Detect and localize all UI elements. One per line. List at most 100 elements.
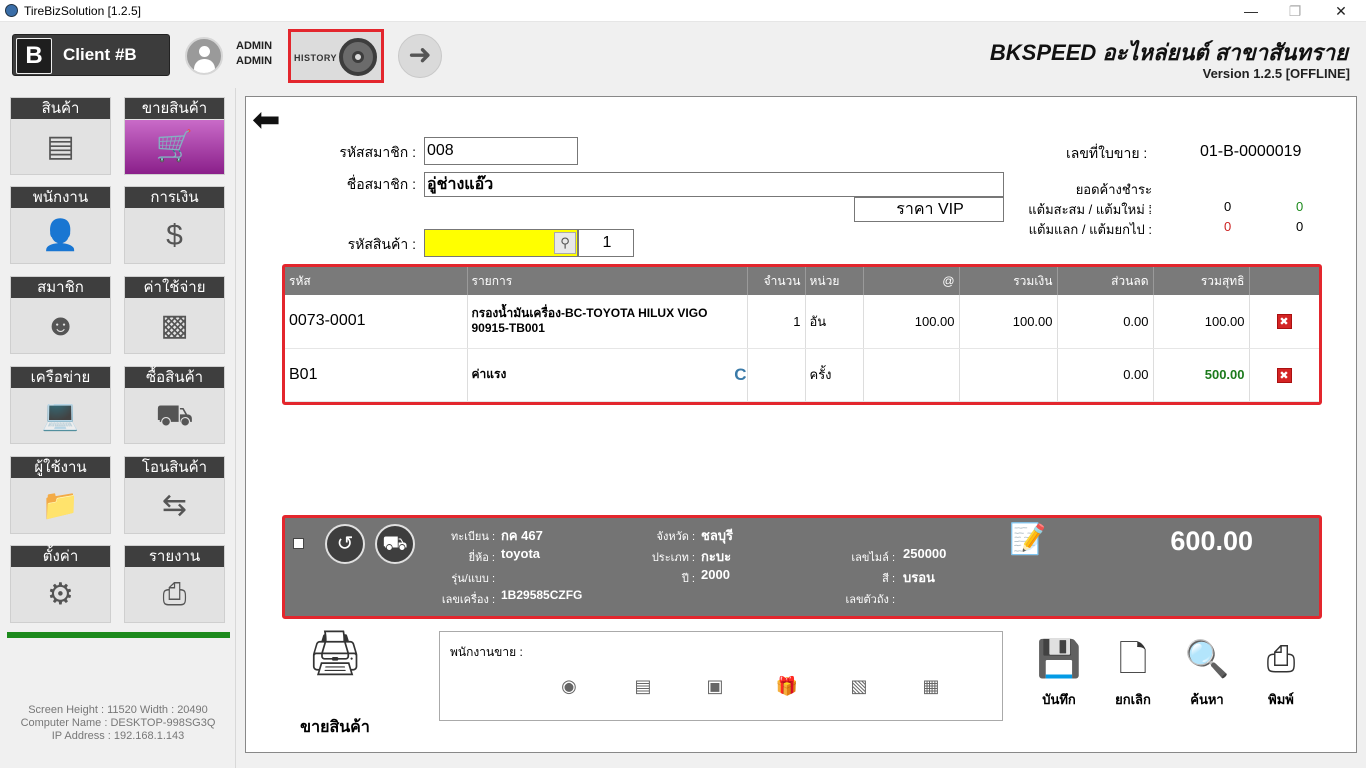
service-flag: C bbox=[734, 364, 747, 384]
minimize-button[interactable]: — bbox=[1228, 0, 1274, 22]
table-row[interactable]: B01 ค่าแรง C ครั้ง 0.00 500.00 ✖ bbox=[285, 348, 1319, 402]
user-folder-icon: 📁 bbox=[41, 489, 80, 522]
cell-desc-text: ค่าแรง bbox=[471, 367, 507, 381]
mileage-label: เลขไมล์ : bbox=[851, 552, 895, 564]
qr-code-icon[interactable]: ▦ bbox=[918, 676, 944, 698]
sidebar-item-reports[interactable]: รายงาน ⎙ bbox=[124, 545, 225, 623]
close-button[interactable]: ✕ bbox=[1318, 0, 1364, 22]
sidebar-item-purchase[interactable]: ซื้อสินค้า ⛟ bbox=[124, 366, 225, 444]
member-name-field[interactable]: อู่ช่างแอ๊ว bbox=[424, 172, 1004, 197]
user-avatar-icon[interactable] bbox=[185, 37, 223, 75]
sidebar-item-products[interactable]: สินค้า ▤ bbox=[10, 97, 111, 175]
engine-value: 1B29585CZFG bbox=[501, 588, 583, 602]
model-label: รุ่น/แบบ : bbox=[451, 573, 495, 585]
history-restore-icon[interactable]: ↺ bbox=[325, 524, 365, 564]
delete-icon[interactable]: ✖ bbox=[1276, 367, 1292, 383]
sidebar-item-expenses[interactable]: ค่าใช้จ่าย ▩ bbox=[124, 276, 225, 354]
search-icon[interactable]: ⚲ bbox=[554, 232, 576, 254]
sidebar-item-sell[interactable]: ขายสินค้า 🛒 bbox=[124, 97, 225, 175]
user-role: ADMIN bbox=[236, 55, 273, 67]
sidebar-item-employees[interactable]: พนักงาน 👤 bbox=[10, 186, 111, 264]
app-icon bbox=[5, 4, 18, 17]
window-title: TireBizSolution [1.2.5] bbox=[24, 4, 141, 18]
gear-icon: ⚙ bbox=[47, 578, 74, 611]
sidebar-item-members[interactable]: สมาชิก ☻ bbox=[10, 276, 111, 354]
brand-value: toyota bbox=[501, 546, 540, 561]
col-price: @ bbox=[863, 267, 960, 295]
sidebar-item-label: ขายสินค้า bbox=[125, 98, 224, 119]
hand-truck-icon: ⛟ bbox=[155, 399, 194, 432]
cell-qty bbox=[747, 348, 806, 402]
col-unit: หน่วย bbox=[805, 267, 864, 295]
member-code-input[interactable]: 008 bbox=[424, 137, 578, 165]
notepad-icon[interactable]: 📝 bbox=[1009, 522, 1046, 557]
table-header: รหัส รายการ จำนวน หน่วย @ รวมเงิน ส่วนลด… bbox=[285, 267, 1319, 295]
pos-register-icon[interactable]: 🖨 bbox=[290, 627, 380, 697]
forward-arrow-button[interactable]: ➜ bbox=[398, 34, 442, 78]
type-value: กะบะ bbox=[701, 549, 732, 564]
cancel-button[interactable]: 🗋 ยกเลิก bbox=[1106, 633, 1160, 710]
printer-icon: ⎙ bbox=[162, 578, 187, 611]
screen-info: Screen Height : 11520 Width : 20490 bbox=[28, 704, 208, 716]
printer-icon: ⎙ bbox=[1266, 638, 1296, 679]
shopping-cart-icon: 🛒 bbox=[125, 120, 224, 174]
sidebar-item-label: สมาชิก bbox=[11, 277, 110, 298]
vehicle-checkbox[interactable] bbox=[293, 538, 304, 549]
client-badge[interactable]: B Client #B bbox=[12, 34, 170, 76]
invoice-number: 01-B-0000019 bbox=[1200, 143, 1302, 160]
cell-amount: 100.00 bbox=[959, 295, 1058, 349]
year-label: ปี : bbox=[681, 573, 695, 585]
transfer-icon[interactable]: ▧ bbox=[846, 676, 872, 698]
member-name-label: ชื่อสมาชิก : bbox=[346, 176, 416, 192]
search-label: ค้นหา bbox=[1190, 692, 1224, 707]
mileage-value: 250000 bbox=[903, 546, 947, 561]
sidebar-item-label: โอนสินค้า bbox=[125, 457, 224, 478]
points-label: แต้มสะสม / แต้มใหม่ : bbox=[1028, 202, 1152, 217]
brand-label: ยี่ห้อ : bbox=[468, 552, 495, 564]
voucher-icon[interactable]: ▣ bbox=[702, 676, 728, 698]
search-button[interactable]: 🔍 ค้นหา bbox=[1180, 633, 1234, 710]
client-name: Client #B bbox=[63, 45, 137, 64]
car-icon[interactable]: ⛟ bbox=[375, 524, 415, 564]
gift-icon[interactable]: 🎁 bbox=[774, 676, 800, 698]
quantity-input[interactable]: 1 bbox=[578, 229, 634, 257]
province-label: จังหวัด : bbox=[656, 531, 696, 543]
table-row[interactable]: 0073-0001 กรองน้ำมันเครื่อง-BC-TOYOTA HI… bbox=[285, 295, 1319, 349]
tire-wheel-icon bbox=[339, 38, 377, 76]
sidebar-item-label: รายงาน bbox=[125, 546, 224, 567]
color-value: บรอน bbox=[903, 570, 935, 585]
laptop-icon: 💻 bbox=[41, 399, 80, 432]
col-amount: รวมเงิน bbox=[959, 267, 1058, 295]
salesperson-label: พนักงานขาย : bbox=[450, 645, 523, 659]
sidebar-item-transfer[interactable]: โอนสินค้า ⇆ bbox=[124, 456, 225, 534]
cell-unit: อัน bbox=[805, 295, 864, 349]
cell-qty: 1 bbox=[747, 295, 806, 349]
sidebar-item-label: เครือข่าย bbox=[11, 367, 110, 388]
member-icon: ☻ bbox=[44, 309, 77, 342]
points-redeem: 0 bbox=[1224, 219, 1232, 234]
status-bar bbox=[7, 632, 230, 638]
app-header: B Client #B ADMIN ADMIN HISTORY ➜ BKSPEE… bbox=[0, 22, 1366, 88]
save-button[interactable]: 💾 บันทึก bbox=[1032, 633, 1086, 710]
delete-icon[interactable]: ✖ bbox=[1276, 314, 1292, 330]
cancel-label: ยกเลิก bbox=[1115, 692, 1151, 707]
magnifier-icon: 🔍 bbox=[1184, 638, 1230, 679]
cell-code: B01 bbox=[285, 348, 468, 402]
cell-action: ✖ bbox=[1249, 295, 1319, 349]
print-button[interactable]: ⎙ พิมพ์ bbox=[1254, 633, 1308, 710]
history-button[interactable]: HISTORY bbox=[288, 29, 384, 83]
maximize-button[interactable]: ❐ bbox=[1272, 0, 1318, 22]
sidebar-item-settings[interactable]: ตั้งค่า ⚙ bbox=[10, 545, 111, 623]
sidebar-item-label: พนักงาน bbox=[11, 187, 110, 208]
sidebar-item-label: สินค้า bbox=[11, 98, 110, 119]
back-arrow-icon[interactable]: ⬅ bbox=[252, 103, 281, 137]
points-new: 0 bbox=[1296, 199, 1304, 214]
sidebar-item-users[interactable]: ผู้ใช้งาน 📁 bbox=[10, 456, 111, 534]
coins-icon[interactable]: ◉ bbox=[556, 676, 582, 698]
sidebar-item-finance[interactable]: การเงิน $ bbox=[124, 186, 225, 264]
ip-address: IP Address : 192.168.1.143 bbox=[51, 730, 185, 742]
card-icon[interactable]: ▤ bbox=[630, 676, 656, 698]
member-code-label: รหัสสมาชิก : bbox=[339, 144, 416, 160]
employee-icon: 👤 bbox=[41, 219, 80, 252]
sidebar-item-network[interactable]: เครือข่าย 💻 bbox=[10, 366, 111, 444]
